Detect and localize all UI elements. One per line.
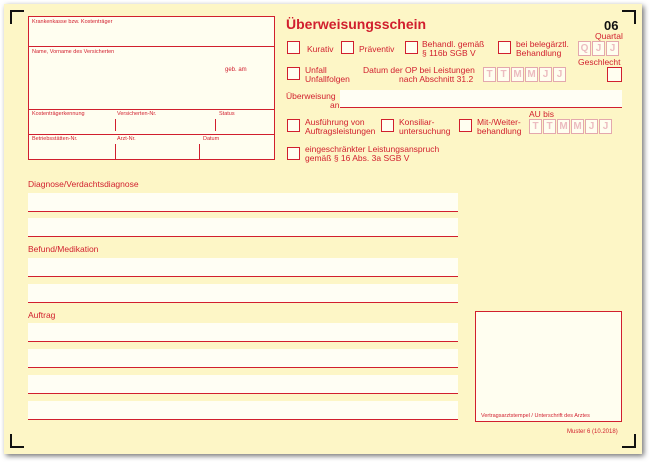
date-cell[interactable]: J [585, 119, 598, 134]
datum-label: Datum [203, 136, 220, 142]
arzt-nr-label: Arzt-Nr. [117, 136, 136, 142]
date-cell[interactable]: M [571, 119, 584, 134]
au-bis-cells[interactable]: T T M M J J [529, 119, 612, 134]
kurativ-label: Kurativ [307, 44, 334, 54]
corner-mark-bottom-right [622, 434, 636, 448]
quartal-label: Quartal [595, 31, 623, 41]
behandlung-116b-label-2: § 116b SGB V [422, 48, 476, 58]
geb-label: geb. am [225, 67, 247, 73]
betriebsstaetten-label: Betriebsstätten-Nr. [32, 136, 78, 142]
date-cell[interactable]: J [539, 67, 552, 82]
op-datum-label-2: nach Abschnitt 31.2 [399, 74, 474, 84]
referral-form: Krankenkasse bzw. Kostenträger Name, Vor… [4, 4, 642, 454]
belegaerztlich-label-2: Behandlung [516, 48, 562, 58]
versicherten-nr-label: Versicherten-Nr. [117, 111, 157, 117]
diagnose-heading: Diagnose/Verdachtsdiagnose [28, 179, 139, 189]
ueberweisung-label-1: Überweisung [286, 91, 336, 101]
ueberweisung-label-2: an [330, 100, 340, 110]
date-cell[interactable]: T [483, 67, 496, 82]
corner-mark-top-left [10, 10, 24, 24]
status-label: Status [219, 111, 235, 117]
mitweiter-label-2: behandlung [477, 126, 522, 136]
stamp-label: Vertragsarztstempel / Unterschrift des A… [481, 413, 590, 419]
date-cell[interactable]: M [525, 67, 538, 82]
auftrag-line-3[interactable] [28, 375, 458, 394]
konsiliar-checkbox[interactable] [381, 119, 394, 132]
date-cell[interactable]: J [599, 119, 612, 134]
name-label: Name, Vorname des Versicherten [32, 49, 115, 55]
geschlecht-label: Geschlecht [578, 57, 621, 67]
corner-mark-bottom-left [10, 434, 24, 448]
mitweiter-checkbox[interactable] [459, 119, 472, 132]
quartal-cell[interactable]: J [606, 41, 619, 56]
quartal-cell[interactable]: Q [578, 41, 591, 56]
praeventiv-checkbox[interactable] [341, 41, 354, 54]
auftrag-line-1[interactable] [28, 323, 458, 342]
praeventiv-label: Präventiv [359, 44, 395, 54]
date-cell[interactable]: M [557, 119, 570, 134]
stamp-signature-box[interactable]: Vertragsarztstempel / Unterschrift des A… [475, 311, 622, 422]
date-cell[interactable]: T [529, 119, 542, 134]
date-cell[interactable]: J [553, 67, 566, 82]
date-cell[interactable]: T [497, 67, 510, 82]
ausfuehrung-checkbox[interactable] [287, 119, 300, 132]
corner-mark-top-right [622, 10, 636, 24]
au-bis-label: AU bis [529, 109, 555, 119]
konsiliar-label-2: untersuchung [399, 126, 451, 136]
geschlecht-field[interactable] [607, 67, 622, 82]
befund-heading: Befund/Medikation [28, 244, 99, 254]
auftrag-line-4[interactable] [28, 401, 458, 420]
quartal-cells[interactable]: Q J J [578, 41, 619, 56]
quartal-cell[interactable]: J [592, 41, 605, 56]
ausfuehrung-label-2: Auftragsleistungen [305, 126, 376, 136]
patient-box: Krankenkasse bzw. Kostenträger Name, Vor… [28, 16, 275, 160]
diagnose-line-2[interactable] [28, 218, 458, 237]
ueberweisung-an-field[interactable] [340, 90, 622, 108]
unfall-label-2: Unfallfolgen [305, 74, 350, 84]
behandlung-116b-checkbox[interactable] [405, 41, 418, 54]
auftrag-line-2[interactable] [28, 349, 458, 368]
muster-label: Muster 6 (10.2018) [567, 429, 618, 435]
eingeschraenkt-checkbox[interactable] [287, 147, 300, 160]
befund-line-2[interactable] [28, 284, 458, 303]
belegaerztlich-checkbox[interactable] [498, 41, 511, 54]
form-title: Überweisungsschein [286, 16, 427, 32]
date-cell[interactable]: T [543, 119, 556, 134]
eingeschraenkt-label-2: gemäß § 16 Abs. 3a SGB V [305, 153, 410, 163]
kurativ-checkbox[interactable] [287, 41, 300, 54]
unfall-checkbox[interactable] [287, 67, 300, 80]
diagnose-line-1[interactable] [28, 193, 458, 212]
befund-line-1[interactable] [28, 258, 458, 277]
date-cell[interactable]: M [511, 67, 524, 82]
op-datum-cells[interactable]: T T M M J J [483, 67, 566, 82]
auftrag-heading: Auftrag [28, 310, 56, 320]
kostentraeger-label: Krankenkasse bzw. Kostenträger [32, 19, 113, 25]
kostentraegerkennung-label: Kostenträgerkennung [32, 111, 85, 117]
